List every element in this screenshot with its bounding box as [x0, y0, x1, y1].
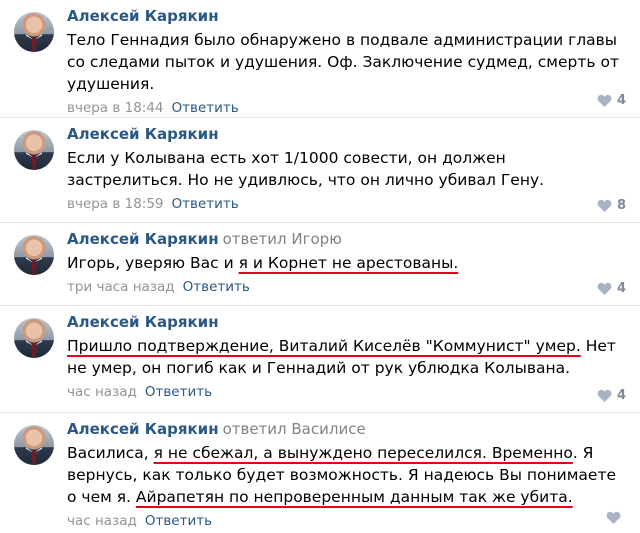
reply-button[interactable]: Ответить [172, 100, 239, 116]
avatar[interactable] [14, 318, 54, 358]
comment-time[interactable]: вчера в 18:44 [67, 100, 164, 116]
reply-button[interactable]: Ответить [183, 279, 250, 295]
text-segment: Тело Геннадия было обнаружено в подвале … [67, 31, 619, 93]
comment-text: Тело Геннадия было обнаружено в подвале … [67, 29, 626, 95]
author-link[interactable]: Алексей Карякин [67, 7, 219, 25]
comment-time[interactable]: три часа назад [67, 279, 175, 295]
comment-time[interactable]: час назад [67, 513, 137, 529]
avatar[interactable] [14, 12, 54, 52]
comment: Алексей Карякин Тело Геннадия было обнар… [0, 0, 640, 118]
text-segment: Василиса, [67, 444, 154, 462]
like-count: 4 [616, 93, 626, 108]
heart-icon [597, 389, 612, 402]
author-link[interactable]: Алексей Карякин [67, 313, 219, 331]
highlighted-text: Пришло подтверждение, Виталий Киселёв "К… [67, 337, 581, 355]
replied-to[interactable]: ответил Игорю [223, 230, 342, 248]
comment-text: Пришло подтверждение, Виталий Киселёв "К… [67, 335, 626, 379]
like-count: 8 [616, 198, 626, 213]
highlighted-text: я не сбежал, а вынуждено переселился. Вр… [153, 444, 573, 462]
heart-icon [597, 94, 612, 107]
comment: Алексей Карякин ответил Василисе Василиса… [0, 413, 640, 533]
like-button[interactable]: 4 [597, 388, 626, 403]
heart-icon [606, 511, 621, 524]
avatar[interactable] [14, 425, 54, 465]
comment-text: Игорь, уверяю Вас и я и Корнет не аресто… [67, 252, 626, 274]
reply-button[interactable]: Ответить [145, 513, 212, 529]
like-count: 4 [616, 388, 626, 403]
like-button[interactable]: 4 [597, 93, 626, 108]
like-button[interactable] [606, 511, 626, 524]
text-segment: Если у Колывана есть хот 1/1000 совести,… [67, 149, 545, 189]
comment-text: Если у Колывана есть хот 1/1000 совести,… [67, 147, 626, 191]
text-segment: Игорь, уверяю Вас и [67, 254, 239, 272]
comment: Алексей Карякин ответил Игорю Игорь, увер… [0, 223, 640, 306]
avatar[interactable] [14, 235, 54, 275]
reply-button[interactable]: Ответить [145, 384, 212, 400]
comment: Алексей Карякин Пришло подтверждение, Ви… [0, 306, 640, 413]
comment: Алексей Карякин Если у Колывана есть хот… [0, 118, 640, 223]
reply-button[interactable]: Ответить [172, 196, 239, 212]
like-button[interactable]: 8 [597, 198, 626, 213]
heart-icon [597, 199, 612, 212]
comment-feed: Алексей Карякин Тело Геннадия было обнар… [0, 0, 640, 533]
like-count: 4 [616, 281, 626, 296]
comment-text: Василиса, я не сбежал, а вынуждено перес… [67, 442, 626, 508]
comment-time[interactable]: вчера в 18:59 [67, 196, 164, 212]
comment-time[interactable]: час назад [67, 384, 137, 400]
heart-icon [597, 282, 612, 295]
author-link[interactable]: Алексей Карякин [67, 420, 219, 438]
author-link[interactable]: Алексей Карякин [67, 230, 219, 248]
avatar[interactable] [14, 130, 54, 170]
replied-to[interactable]: ответил Василисе [223, 420, 366, 438]
author-link[interactable]: Алексей Карякин [67, 125, 219, 143]
like-button[interactable]: 4 [597, 281, 626, 296]
highlighted-text: Айрапетян по непроверенным данным так же… [135, 488, 573, 506]
highlighted-text: я и Корнет не арестованы. [238, 254, 459, 272]
